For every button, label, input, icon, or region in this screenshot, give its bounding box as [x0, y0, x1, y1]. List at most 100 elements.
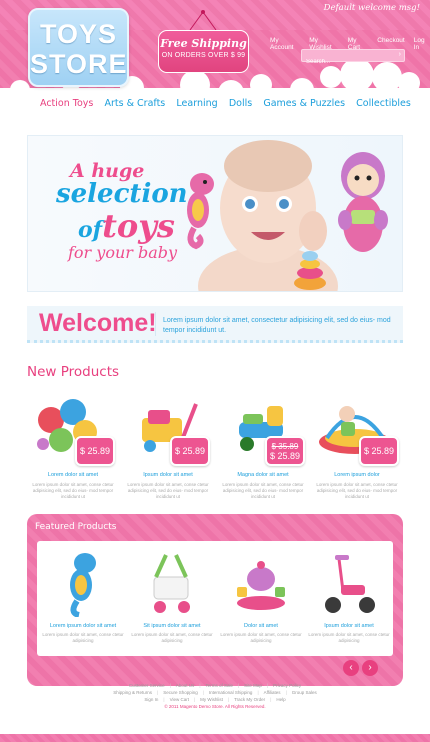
footer-pipe: | [169, 683, 171, 688]
banner-line4: for your baby [68, 243, 178, 262]
doll-toy-image [338, 152, 388, 252]
welcome-text: Lorem ipsum dolor sit amet, consectetur … [163, 317, 391, 334]
product-card[interactable]: $ 25.89 Ipsum dolor sit amet Lorem ipsum… [122, 390, 214, 500]
featured-image-wrap [130, 547, 214, 619]
tricycle-toy-image[interactable] [319, 551, 379, 617]
footer-link[interactable]: View Cart [170, 697, 189, 702]
welcome-block: Welcome! Lorem ipsum dolor sit amet, con… [27, 306, 403, 343]
product-name[interactable]: Magna dolor sit amet [217, 472, 309, 478]
product-card[interactable]: $ 25.89 Lorem ipsum dolor Lorem ipsum do… [311, 390, 403, 500]
decor-bubble [320, 66, 342, 88]
footer-link[interactable]: Secure Shopping [163, 690, 198, 695]
footer-pipe: | [202, 690, 204, 695]
footer-link[interactable]: Site Map [244, 683, 262, 688]
product-card[interactable]: $ 35.89 $ 25.89 Magna dolor sit amet Lor… [217, 390, 309, 500]
product-name[interactable]: Ipsum dolor sit amet [122, 472, 214, 478]
footer-pipe: | [266, 683, 269, 688]
search-input[interactable] [302, 56, 390, 68]
tea-set-toy-image[interactable] [231, 557, 291, 613]
hero-banner[interactable]: A huge selection oftoys for your baby [27, 135, 403, 292]
product-card[interactable]: $ 25.89 Lorem dolor sit amet Lorem ipsum… [27, 390, 119, 500]
carousel-next-button[interactable]: › [362, 660, 378, 676]
footer-pipe: | [163, 697, 165, 702]
new-products-title: New Products [27, 364, 120, 380]
price: $ 25.89 [79, 446, 110, 456]
footer-link[interactable]: Customer Service [129, 683, 165, 688]
walker-toy-image[interactable] [144, 551, 200, 617]
featured-card[interactable]: Dolor sit amet Lorem ipsum dolor sit ame… [219, 547, 303, 644]
footer-link[interactable]: Privacy Policy [273, 683, 301, 688]
welcome-title: Welcome! [39, 309, 157, 337]
featured-desc: Lorem ipsum dolor sit amet, conse ctetur… [308, 632, 390, 643]
footer-link[interactable]: Shipping & Returns [113, 690, 152, 695]
footer-link[interactable]: Terms of Sale [205, 683, 233, 688]
product-desc: Lorem ipsum dolor sit amet, conse ctetur… [32, 482, 114, 499]
featured-card[interactable]: Ipsum dolor sit amet Lorem ipsum dolor s… [307, 547, 391, 644]
product-desc: Lorem ipsum dolor sit amet, conse ctetur… [222, 482, 304, 499]
old-price: $ 35.89 [271, 441, 299, 451]
featured-image-wrap [219, 547, 303, 619]
banner-line3-prefix: of [78, 217, 103, 243]
featured-name[interactable]: Ipsum dolor sit amet [307, 623, 391, 629]
footer-row: Shipping & Returns | Secure Shopping | Int… [0, 690, 430, 695]
footer-pipe: | [227, 697, 230, 702]
nav-collectibles[interactable]: Collectibles [356, 98, 411, 109]
nav-separator: • [97, 98, 101, 108]
footer-link[interactable]: International Shipping [209, 690, 253, 695]
footer-link[interactable]: Group Sales [292, 690, 317, 695]
featured-desc: Lorem ipsum dolor sit amet, conse ctetur… [220, 632, 302, 643]
carousel-prev-button[interactable]: ‹ [343, 660, 359, 676]
featured-carousel: Lorem ipsum dolor sit amet Lorem ipsum d… [37, 541, 393, 656]
nav-games-puzzles[interactable]: Games & Puzzles [263, 98, 345, 109]
footer-link[interactable]: My Wishlist [200, 697, 223, 702]
footer-link[interactable]: Sign In [144, 697, 158, 702]
nav-arts-crafts[interactable]: Arts & Crafts [105, 98, 166, 109]
footer-link[interactable]: Help [276, 697, 285, 702]
footer-pipe: | [238, 683, 240, 688]
product-name[interactable]: Lorem dolor sit amet [27, 472, 119, 478]
footer-link[interactable]: About Us [176, 683, 195, 688]
link-log-in[interactable]: Log In [414, 37, 430, 51]
footer-pipe: | [199, 683, 201, 688]
featured-card[interactable]: Lorem ipsum dolor sit amet Lorem ipsum d… [41, 547, 125, 644]
footer-band [0, 734, 430, 742]
banner-line3: oftoys [78, 207, 175, 245]
featured-products: Featured Products Lorem ipsum dolor sit … [27, 514, 403, 686]
welcome-divider [155, 312, 156, 336]
featured-title: Featured Products [35, 522, 117, 532]
search-box: › [301, 49, 405, 68]
site-header: TOYS STORE Free Shipping ON ORDERS OVER … [0, 0, 430, 118]
featured-name[interactable]: Lorem ipsum dolor sit amet [41, 623, 125, 629]
footer-pipe: | [270, 697, 272, 702]
product-desc: Lorem ipsum dolor sit amet, conse ctetur… [127, 482, 209, 499]
featured-image-wrap [41, 547, 125, 619]
price-tag: $ 25.89 [74, 436, 115, 466]
product-image-wrap: $ 35.89 $ 25.89 [217, 390, 309, 466]
price-tag: $ 25.89 [358, 436, 399, 466]
footer-pipe: | [285, 690, 287, 695]
featured-name[interactable]: Dolor sit amet [219, 623, 303, 629]
nav-action-toys[interactable]: Action Toys [40, 98, 93, 109]
logo-line2: STORE [30, 49, 128, 79]
footer-link[interactable]: Affiliates [264, 690, 281, 695]
product-image-wrap: $ 25.89 [122, 390, 214, 466]
search-go-icon[interactable]: › [399, 51, 401, 58]
footer-pipe: | [157, 690, 159, 695]
product-image-wrap: $ 25.89 [27, 390, 119, 466]
sign-hanger-icon [189, 10, 217, 31]
product-name[interactable]: Lorem ipsum dolor [311, 472, 403, 478]
seahorse-toy-image[interactable] [63, 551, 103, 617]
footer-row: Sign In | View Cart | My Wishlist | Track M… [0, 697, 430, 702]
price-tag: $ 35.89 $ 25.89 [264, 436, 305, 466]
site-footer: Customer Service | About Us | Terms of Sal… [0, 683, 430, 709]
nav-dolls[interactable]: Dolls [229, 98, 252, 109]
product-image-wrap: $ 25.89 [311, 390, 403, 466]
featured-name[interactable]: Sit ipsum dolor sit amet [130, 623, 214, 629]
footer-link[interactable]: Track My Order [234, 697, 265, 702]
product-desc: Lorem ipsum dolor sit amet, conse ctetur… [316, 482, 398, 499]
store-logo[interactable]: TOYS STORE [28, 8, 129, 87]
link-my-account[interactable]: My Account [270, 37, 300, 51]
featured-card[interactable]: Sit ipsum dolor sit amet Lorem ipsum dol… [130, 547, 214, 644]
nav-learning[interactable]: Learning [176, 98, 217, 109]
main-nav: Action Toys • Arts & Crafts • Learning •… [0, 93, 430, 113]
